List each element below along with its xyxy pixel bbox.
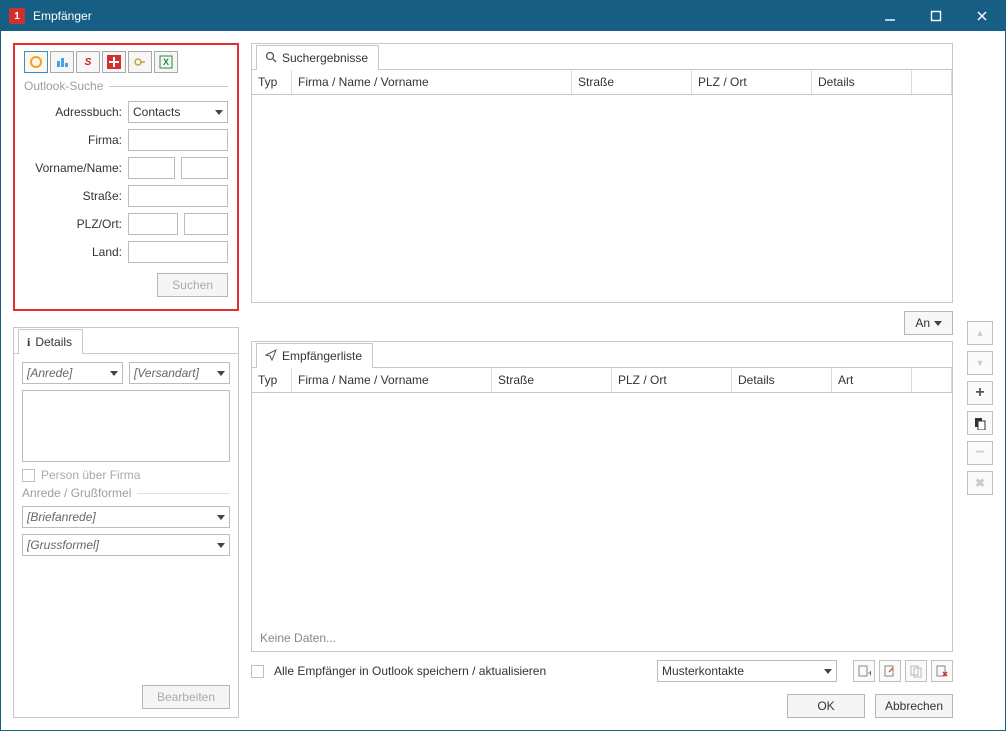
label-plz-ort: PLZ/Ort: bbox=[24, 213, 122, 235]
rcol-spacer bbox=[912, 368, 952, 392]
col-spacer bbox=[912, 70, 952, 94]
info-icon: i bbox=[27, 335, 30, 350]
svg-text:X: X bbox=[163, 57, 169, 67]
person-ueber-firma-label: Person über Firma bbox=[41, 468, 140, 482]
col-firma[interactable]: Firma / Name / Vorname bbox=[292, 70, 572, 94]
rcol-details[interactable]: Details bbox=[732, 368, 832, 392]
anrede-dropdown[interactable]: [Anrede] bbox=[22, 362, 123, 384]
paper-plane-icon bbox=[265, 349, 277, 364]
recipients-grid-body[interactable]: Keine Daten... bbox=[252, 393, 952, 651]
search-panel: S X Outlook-Suche Adressbuch: Contacts F… bbox=[13, 43, 239, 311]
s-icon[interactable]: S bbox=[76, 51, 100, 73]
label-adressbuch: Adressbuch: bbox=[24, 101, 122, 123]
firma-input[interactable] bbox=[128, 129, 228, 151]
ort-input[interactable] bbox=[184, 213, 228, 235]
source-toolbar: S X bbox=[24, 51, 228, 73]
rcol-art[interactable]: Art bbox=[832, 368, 912, 392]
land-input[interactable] bbox=[128, 241, 228, 263]
add-button[interactable]: + bbox=[967, 381, 993, 405]
search-button[interactable]: Suchen bbox=[157, 273, 228, 297]
col-plz[interactable]: PLZ / Ort bbox=[692, 70, 812, 94]
label-vorname-name: Vorname/Name: bbox=[24, 157, 122, 179]
copy-contact-icon[interactable] bbox=[905, 660, 927, 682]
right-column: Suchergebnisse Typ Firma / Name / Vornam… bbox=[251, 43, 993, 718]
details-textarea[interactable] bbox=[22, 390, 230, 462]
rcol-firma[interactable]: Firma / Name / Vorname bbox=[292, 368, 492, 392]
save-all-label: Alle Empfänger in Outlook speichern / ak… bbox=[274, 664, 546, 678]
tab-details-label: Details bbox=[35, 335, 72, 349]
plz-input[interactable] bbox=[128, 213, 178, 235]
contacts-icon[interactable] bbox=[50, 51, 74, 73]
anrede-section-label: Anrede / Grußformel bbox=[22, 486, 230, 500]
adressbuch-dropdown[interactable]: Contacts bbox=[128, 101, 228, 123]
move-up-button[interactable]: ▲ bbox=[967, 321, 993, 345]
swiss-icon[interactable] bbox=[102, 51, 126, 73]
add-contact-icon[interactable]: + bbox=[853, 660, 875, 682]
template-dropdown[interactable]: Musterkontakte bbox=[657, 660, 837, 682]
key-icon[interactable] bbox=[128, 51, 152, 73]
results-grid-body[interactable] bbox=[252, 95, 952, 302]
label-strasse: Straße: bbox=[24, 185, 122, 207]
results-grid-header: Typ Firma / Name / Vorname Straße PLZ / … bbox=[252, 70, 952, 95]
app-icon: 1 bbox=[9, 8, 25, 24]
search-section-label: Outlook-Suche bbox=[24, 79, 228, 93]
recipient-list-panel: Empfängerliste Typ Firma / Name / Vornam… bbox=[251, 341, 953, 652]
ok-button[interactable]: OK bbox=[787, 694, 865, 718]
bottom-options-row: Alle Empfänger in Outlook speichern / ak… bbox=[251, 660, 953, 682]
tab-recipients-label: Empfängerliste bbox=[282, 349, 362, 363]
an-button[interactable]: An bbox=[904, 311, 953, 335]
strasse-input[interactable] bbox=[128, 185, 228, 207]
rcol-strasse[interactable]: Straße bbox=[492, 368, 612, 392]
recipients-grid-header: Typ Firma / Name / Vorname Straße PLZ / … bbox=[252, 368, 952, 393]
tab-details[interactable]: i Details bbox=[18, 329, 83, 354]
excel-icon[interactable]: X bbox=[154, 51, 178, 73]
magnifier-icon bbox=[265, 51, 277, 66]
cancel-button[interactable]: Abbrechen bbox=[875, 694, 953, 718]
side-button-strip: ▲ ▼ + − ✖ bbox=[967, 321, 993, 495]
briefanrede-dropdown[interactable]: [Briefanrede] bbox=[22, 506, 230, 528]
tab-results-label: Suchergebnisse bbox=[282, 51, 368, 65]
titlebar: 1 Empfänger bbox=[1, 1, 1005, 31]
no-data-label: Keine Daten... bbox=[260, 631, 336, 645]
delete-button[interactable]: ✖ bbox=[967, 471, 993, 495]
rcol-plz[interactable]: PLZ / Ort bbox=[612, 368, 732, 392]
outlook-icon[interactable] bbox=[24, 51, 48, 73]
person-ueber-firma-checkbox[interactable] bbox=[22, 469, 35, 482]
tab-search-results[interactable]: Suchergebnisse bbox=[256, 45, 379, 70]
label-land: Land: bbox=[24, 241, 122, 263]
window-title: Empfänger bbox=[33, 9, 92, 23]
edit-button[interactable]: Bearbeiten bbox=[142, 685, 230, 709]
minimize-button[interactable] bbox=[867, 1, 913, 31]
grussformel-dropdown[interactable]: [Grussformel] bbox=[22, 534, 230, 556]
save-all-checkbox[interactable] bbox=[251, 665, 264, 678]
main-body: S X Outlook-Suche Adressbuch: Contacts F… bbox=[1, 31, 1005, 730]
edit-contact-icon[interactable] bbox=[879, 660, 901, 682]
move-down-button[interactable]: ▼ bbox=[967, 351, 993, 375]
details-panel: i Details [Anrede] [Versandart] Person ü… bbox=[13, 327, 239, 718]
copy-button[interactable] bbox=[967, 411, 993, 435]
col-strasse[interactable]: Straße bbox=[572, 70, 692, 94]
label-firma: Firma: bbox=[24, 129, 122, 151]
maximize-button[interactable] bbox=[913, 1, 959, 31]
col-details[interactable]: Details bbox=[812, 70, 912, 94]
dialog-footer: OK Abbrechen bbox=[251, 694, 953, 718]
versandart-dropdown[interactable]: [Versandart] bbox=[129, 362, 230, 384]
svg-text:+: + bbox=[868, 668, 871, 678]
search-results-panel: Suchergebnisse Typ Firma / Name / Vornam… bbox=[251, 43, 953, 303]
window-root: 1 Empfänger S bbox=[0, 0, 1006, 731]
delete-contact-icon[interactable] bbox=[931, 660, 953, 682]
name-input[interactable] bbox=[181, 157, 228, 179]
close-button[interactable] bbox=[959, 1, 1005, 31]
left-column: S X Outlook-Suche Adressbuch: Contacts F… bbox=[13, 43, 239, 718]
tab-recipient-list[interactable]: Empfängerliste bbox=[256, 343, 373, 368]
rcol-typ[interactable]: Typ bbox=[252, 368, 292, 392]
col-typ[interactable]: Typ bbox=[252, 70, 292, 94]
vorname-input[interactable] bbox=[128, 157, 175, 179]
remove-button[interactable]: − bbox=[967, 441, 993, 465]
